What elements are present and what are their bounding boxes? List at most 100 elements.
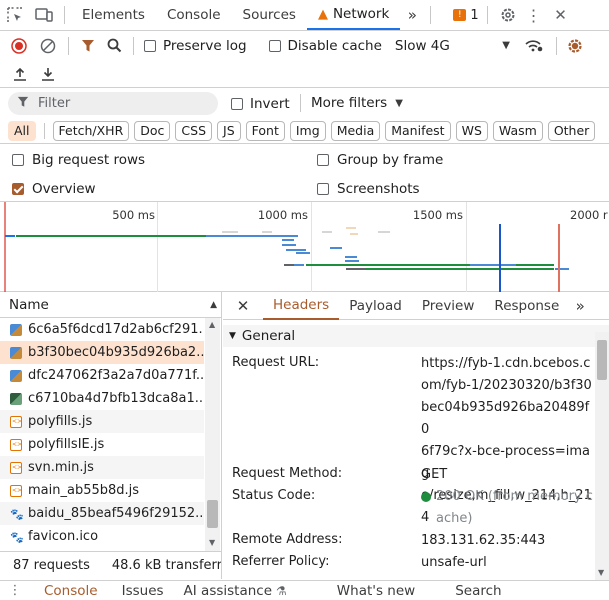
- tab-elements[interactable]: Elements: [71, 0, 156, 30]
- clear-icon[interactable]: [34, 31, 62, 60]
- type-css[interactable]: CSS: [175, 120, 213, 141]
- inspect-element-icon[interactable]: [0, 0, 30, 30]
- detail-scrollbar[interactable]: ▼: [595, 332, 609, 581]
- tab-console[interactable]: Console: [156, 0, 232, 30]
- filter-input[interactable]: Filter: [8, 92, 218, 115]
- group-by-frame-checkbox[interactable]: Group by frame: [317, 152, 443, 168]
- overview-selection-left-handle[interactable]: [4, 202, 6, 292]
- disable-cache-box[interactable]: [268, 39, 281, 52]
- waterfall-bar: [222, 231, 238, 233]
- tab-sources[interactable]: Sources: [232, 0, 307, 30]
- type-manifest[interactable]: Manifest: [385, 120, 451, 141]
- preserve-log-box[interactable]: [144, 39, 156, 52]
- network-settings-icon[interactable]: [563, 31, 587, 60]
- close-detail-icon[interactable]: ✕: [223, 292, 263, 320]
- network-options: Big request rows Group by frame Overview…: [0, 145, 609, 202]
- request-list-scrollbar[interactable]: ▲ ▼: [205, 318, 220, 551]
- more-filters-dropdown[interactable]: More filters ▼: [311, 95, 403, 111]
- scroll-up-arrow-icon[interactable]: ▲: [209, 320, 215, 329]
- general-section-header[interactable]: ▼ General: [223, 325, 609, 347]
- type-media[interactable]: Media: [330, 120, 381, 141]
- device-toolbar-icon[interactable]: [30, 0, 58, 30]
- table-row[interactable]: c6710ba4d7bfb13dca8a1...: [0, 387, 204, 410]
- scroll-down-arrow-icon[interactable]: ▼: [598, 568, 604, 577]
- baidu-paw-icon: 🐾: [10, 507, 24, 521]
- type-font[interactable]: Font: [245, 120, 285, 141]
- image-file-icon: [10, 323, 22, 336]
- table-row[interactable]: polyfills.js: [0, 410, 204, 433]
- type-img[interactable]: Img: [289, 120, 326, 141]
- overview-box[interactable]: [12, 183, 24, 195]
- type-all[interactable]: All: [8, 120, 36, 141]
- kebab-menu-icon[interactable]: ⋮: [520, 0, 548, 30]
- throttle-select[interactable]: Slow 4G ▼: [395, 38, 510, 54]
- type-other[interactable]: Other: [547, 120, 596, 141]
- table-row[interactable]: svn.min.js: [0, 456, 204, 479]
- preserve-log-checkbox[interactable]: Preserve log: [144, 38, 247, 54]
- type-ws[interactable]: WS: [455, 120, 488, 141]
- import-har-icon[interactable]: [6, 60, 34, 88]
- scrollbar-thumb[interactable]: [207, 500, 218, 528]
- disable-cache-checkbox[interactable]: Disable cache: [268, 38, 382, 54]
- tab-preview[interactable]: Preview: [412, 292, 485, 320]
- table-row[interactable]: polyfillsIE.js: [0, 433, 204, 456]
- drawer-tab-ai-assistance[interactable]: AI assistance ⚗: [174, 581, 297, 600]
- type-doc[interactable]: Doc: [134, 120, 171, 141]
- more-tabs-icon[interactable]: »: [400, 0, 424, 30]
- tab-console-label: Console: [166, 7, 221, 23]
- name-column-header[interactable]: Name: [9, 297, 49, 313]
- drawer-tab-console[interactable]: Console: [30, 581, 112, 600]
- drawer-tab-whats-new[interactable]: What's new: [297, 581, 429, 600]
- table-row[interactable]: 🐾 favicon.ico: [0, 525, 204, 548]
- throttle-value: Slow 4G: [394, 37, 450, 54]
- table-row[interactable]: 6c6a5f6dcd17d2ab6cf291...: [0, 318, 204, 341]
- tab-payload[interactable]: Payload: [339, 292, 412, 320]
- record-icon[interactable]: [4, 31, 34, 60]
- settings-icon[interactable]: [496, 0, 520, 30]
- scroll-down-arrow-icon[interactable]: ▼: [209, 538, 215, 547]
- request-url-label: Request URL:: [232, 355, 320, 370]
- tab-sources-label: Sources: [242, 7, 296, 23]
- network-conditions-icon[interactable]: [518, 31, 550, 60]
- tab-headers[interactable]: Headers: [263, 292, 340, 320]
- filter-placeholder: Filter: [38, 96, 71, 111]
- tab-network-label: Network: [332, 6, 390, 22]
- export-har-icon[interactable]: [34, 60, 62, 88]
- scrollbar-thumb[interactable]: [597, 340, 607, 380]
- invert-box[interactable]: [231, 98, 243, 110]
- network-overview-timeline[interactable]: 500 ms 1000 ms 1500 ms 2000 r: [0, 202, 609, 292]
- big-request-rows-box[interactable]: [12, 154, 24, 166]
- screenshots-checkbox[interactable]: Screenshots: [317, 181, 420, 197]
- type-fetch-xhr[interactable]: Fetch/XHR: [52, 120, 130, 141]
- image-file-icon: [10, 369, 22, 382]
- filter-funnel-icon[interactable]: [75, 31, 101, 60]
- big-request-rows-checkbox[interactable]: Big request rows: [12, 152, 145, 168]
- drawer-tab-search[interactable]: Search: [429, 581, 511, 600]
- request-url-line: bec04b935d926ba20489f0: [421, 400, 590, 437]
- drawer-menu-icon[interactable]: ⋮: [0, 583, 30, 598]
- drawer-tab-issues[interactable]: Issues: [112, 581, 174, 600]
- screenshots-box[interactable]: [317, 183, 329, 195]
- search-icon[interactable]: [101, 31, 127, 60]
- table-row[interactable]: main_ab55b8d.js: [0, 479, 204, 502]
- tab-response[interactable]: Response: [484, 292, 569, 320]
- tab-network[interactable]: ▲ Network: [306, 0, 401, 30]
- table-row[interactable]: 🐾 baidu_85beaf5496f29152...: [0, 502, 204, 525]
- script-file-icon: [10, 415, 22, 428]
- waterfall-bar: [306, 264, 554, 266]
- table-row[interactable]: dfc247062f3a2a7d0a771f...: [0, 364, 204, 387]
- invert-checkbox[interactable]: Invert: [231, 96, 290, 112]
- issues-counter[interactable]: ! 1: [453, 8, 479, 23]
- waterfall-bar: [346, 227, 356, 229]
- more-detail-tabs-icon[interactable]: »: [569, 292, 591, 320]
- preserve-log-label: Preserve log: [163, 37, 247, 54]
- waterfall-bar: [345, 260, 359, 262]
- close-icon[interactable]: ✕: [548, 0, 574, 30]
- request-list-header[interactable]: Name ▲: [0, 292, 221, 318]
- group-by-frame-box[interactable]: [317, 154, 329, 166]
- type-js[interactable]: JS: [217, 120, 241, 141]
- table-row-selected[interactable]: b3f30bec04b935d926ba2...: [0, 341, 204, 364]
- type-wasm[interactable]: Wasm: [492, 120, 543, 141]
- filter-row: Filter Invert More filters ▼: [0, 89, 609, 118]
- overview-checkbox[interactable]: Overview: [12, 181, 96, 197]
